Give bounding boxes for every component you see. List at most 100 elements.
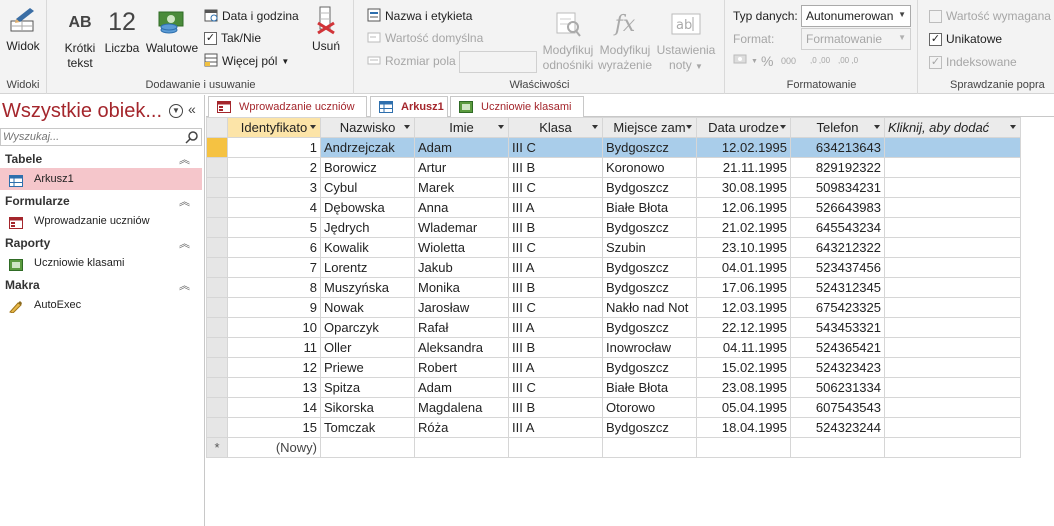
cell-telefon[interactable]: 523437456: [790, 257, 885, 278]
cell-add-field[interactable]: [884, 317, 1021, 338]
column-header-identyfikator[interactable]: Identyfikato: [227, 117, 321, 138]
nav-category-forms[interactable]: Formularze ︽: [0, 191, 202, 211]
cell-id[interactable]: 11: [227, 337, 321, 358]
percent-button[interactable]: %: [761, 51, 773, 71]
cell-id[interactable]: 6: [227, 237, 321, 258]
required-checkbox[interactable]: Wartość wymagana: [929, 6, 1051, 26]
column-header-data-urodzenia[interactable]: Data urodze: [696, 117, 791, 138]
sort-dropdown-icon[interactable]: [874, 125, 880, 129]
cell-add-field[interactable]: [884, 297, 1021, 318]
cell-data-urodzenia[interactable]: 21.11.1995: [696, 157, 791, 178]
cell-telefon[interactable]: 607543543: [790, 397, 885, 418]
nav-title[interactable]: Wszystkie obiek...: [2, 100, 162, 123]
new-record-cell[interactable]: [414, 437, 509, 458]
number-button[interactable]: 12 Liczba: [102, 6, 142, 56]
cell-miejsce[interactable]: Szubin: [602, 237, 697, 258]
cell-add-field[interactable]: [884, 357, 1021, 378]
nav-item-arkusz1[interactable]: Arkusz1: [0, 168, 202, 190]
currency-button[interactable]: Walutowe: [143, 6, 201, 56]
cell-id[interactable]: 14: [227, 397, 321, 418]
cell-telefon[interactable]: 524312345: [790, 277, 885, 298]
new-record-id-cell[interactable]: (Nowy): [227, 437, 321, 458]
row-selector[interactable]: [206, 217, 228, 238]
new-record-cell[interactable]: [884, 437, 1021, 458]
cell-klasa[interactable]: III B: [508, 277, 603, 298]
cell-klasa[interactable]: III C: [508, 377, 603, 398]
name-caption-button[interactable]: Nazwa i etykieta: [367, 6, 472, 26]
cell-data-urodzenia[interactable]: 04.01.1995: [696, 257, 791, 278]
sort-dropdown-icon[interactable]: [498, 125, 504, 129]
cell-miejsce[interactable]: Bydgoszcz: [602, 417, 697, 438]
cell-data-urodzenia[interactable]: 12.02.1995: [696, 137, 791, 158]
cell-add-field[interactable]: [884, 277, 1021, 298]
table-row[interactable]: 5 Jędrych Wlademar III B Bydgoszcz 21.02.1995…: [206, 217, 1021, 238]
row-selector[interactable]: [206, 397, 228, 418]
cell-imie[interactable]: Adam: [414, 137, 509, 158]
cell-imie[interactable]: Monika: [414, 277, 509, 298]
column-header-miejsce[interactable]: Miejsce zam: [602, 117, 697, 138]
cell-id[interactable]: 1: [227, 137, 321, 158]
cell-miejsce[interactable]: Bydgoszcz: [602, 257, 697, 278]
cell-klasa[interactable]: III A: [508, 317, 603, 338]
table-row[interactable]: 8 Muszyńska Monika III B Bydgoszcz 17.06.1995…: [206, 277, 1021, 298]
new-record-cell[interactable]: [602, 437, 697, 458]
cell-nazwisko[interactable]: Sikorska: [320, 397, 415, 418]
cell-add-field[interactable]: [884, 257, 1021, 278]
cell-add-field[interactable]: [884, 177, 1021, 198]
cell-miejsce[interactable]: Bydgoszcz: [602, 177, 697, 198]
cell-data-urodzenia[interactable]: 15.02.1995: [696, 357, 791, 378]
cell-data-urodzenia[interactable]: 30.08.1995: [696, 177, 791, 198]
cell-imie[interactable]: Magdalena: [414, 397, 509, 418]
cell-klasa[interactable]: III A: [508, 197, 603, 218]
cell-klasa[interactable]: III B: [508, 397, 603, 418]
cell-telefon[interactable]: 543453321: [790, 317, 885, 338]
cell-klasa[interactable]: III A: [508, 357, 603, 378]
cell-nazwisko[interactable]: Spitza: [320, 377, 415, 398]
cell-add-field[interactable]: [884, 137, 1021, 158]
cell-id[interactable]: 12: [227, 357, 321, 378]
column-header-klasa[interactable]: Klasa: [508, 117, 603, 138]
row-selector[interactable]: [206, 277, 228, 298]
cell-klasa[interactable]: III C: [508, 237, 603, 258]
cell-imie[interactable]: Adam: [414, 377, 509, 398]
cell-nazwisko[interactable]: Nowak: [320, 297, 415, 318]
cell-klasa[interactable]: III B: [508, 337, 603, 358]
modify-expression-button[interactable]: fx Modyfikuj wyrażenie: [597, 8, 653, 73]
cell-id[interactable]: 13: [227, 377, 321, 398]
cell-imie[interactable]: Wioletta: [414, 237, 509, 258]
cell-telefon[interactable]: 645543234: [790, 217, 885, 238]
default-value-button[interactable]: Wartość domyślna: [367, 28, 483, 48]
table-row[interactable]: 2 Borowicz Artur III B Koronowo 21.11.1995 829…: [206, 157, 1021, 178]
cell-nazwisko[interactable]: Andrzejczak: [320, 137, 415, 158]
data-type-select[interactable]: Autonumerowan ▼: [801, 5, 911, 27]
column-header-nazwisko[interactable]: Nazwisko: [320, 117, 415, 138]
cell-add-field[interactable]: [884, 417, 1021, 438]
nav-search-input[interactable]: [1, 129, 181, 145]
row-selector[interactable]: [206, 337, 228, 358]
sort-dropdown-icon[interactable]: [404, 125, 410, 129]
cell-add-field[interactable]: [884, 217, 1021, 238]
table-row[interactable]: 13 Spitza Adam III C Białe Błota 23.08.1995 50…: [206, 377, 1021, 398]
row-selector[interactable]: [206, 237, 228, 258]
row-selector[interactable]: [206, 257, 228, 278]
new-record-cell[interactable]: [320, 437, 415, 458]
cell-klasa[interactable]: III A: [508, 417, 603, 438]
nav-menu-chevron-icon[interactable]: ▼: [169, 104, 183, 118]
cell-telefon[interactable]: 675423325: [790, 297, 885, 318]
increase-decimals-button[interactable]: ,0 ,00: [810, 51, 830, 71]
cell-id[interactable]: 4: [227, 197, 321, 218]
unique-checkbox[interactable]: ✓ Unikatowe: [929, 29, 1002, 49]
nav-category-reports[interactable]: Raporty ︽: [0, 233, 202, 253]
table-row[interactable]: 7 Lorentz Jakub III A Bydgoszcz 04.01.1995 523…: [206, 257, 1021, 278]
decrease-decimals-button[interactable]: ,00 ,0: [838, 51, 858, 71]
cell-id[interactable]: 2: [227, 157, 321, 178]
table-row[interactable]: 9 Nowak Jarosław III C Nakło nad Not 12.03.19…: [206, 297, 1021, 318]
tab-arkusz1[interactable]: Arkusz1: [370, 96, 448, 118]
new-record-marker[interactable]: *: [206, 437, 228, 458]
cell-miejsce[interactable]: Białe Błota: [602, 197, 697, 218]
cell-klasa[interactable]: III C: [508, 137, 603, 158]
cell-miejsce[interactable]: Koronowo: [602, 157, 697, 178]
cell-id[interactable]: 3: [227, 177, 321, 198]
sort-dropdown-icon[interactable]: [310, 125, 316, 129]
tab-wprowadzanie-uczniow[interactable]: Wprowadzanie uczniów: [208, 96, 367, 117]
